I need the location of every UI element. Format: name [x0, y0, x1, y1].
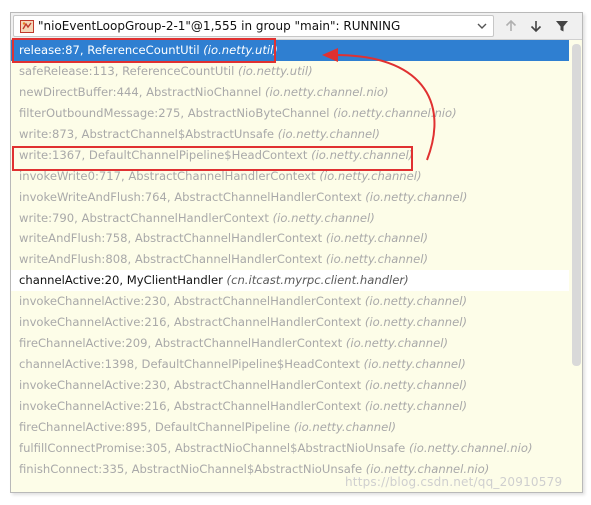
frame-package: (io.netty.channel) — [345, 336, 448, 351]
frame-package: (io.netty.channel) — [364, 378, 468, 392]
frame-package: (io.netty.channel) — [325, 231, 428, 246]
frame-method: invokeWrite0:717, AbstractChannelHandler… — [19, 168, 316, 183]
stack-frame-row[interactable]: invokeWriteAndFlush:764, AbstractChannel… — [11, 187, 569, 208]
stack-frame-row[interactable]: fireChannelActive:895, DefaultChannelPip… — [11, 417, 569, 438]
stack-frame-row[interactable]: invokeChannelActive:216, AbstractChannel… — [11, 312, 569, 333]
scrollbar[interactable] — [569, 40, 582, 492]
frame-method: invokeChannelActive:230, AbstractChannel… — [19, 378, 362, 392]
stack-frame-row[interactable]: write:873, AbstractChannel$AbstractUnsaf… — [11, 124, 569, 145]
frames-toolbar: "nioEventLoopGroup-2-1"@1,555 in group "… — [11, 13, 582, 40]
frame-package: (cn.itcast.myrpc.client.handler) — [226, 273, 409, 288]
frame-package: (io.netty.channel.nio) — [333, 105, 457, 120]
frame-method: fireChannelActive:209, AbstractChannelHa… — [19, 336, 343, 351]
stack-frame-row[interactable]: channelActive:20, MyClientHandler (cn.it… — [11, 270, 569, 292]
stack-frame-row[interactable]: write:790, AbstractChannelHandlerContext… — [11, 208, 569, 229]
frame-method: writeAndFlush:808, AbstractChannelHandle… — [19, 252, 323, 267]
stack-frame-row[interactable]: filterOutboundMessage:275, AbstractNioBy… — [11, 103, 569, 124]
frame-method: fireChannelActive:895, DefaultChannelPip… — [19, 419, 291, 434]
scrollbar-thumb[interactable] — [572, 44, 581, 366]
frame-package: (io.netty.channel.nio) — [408, 440, 533, 455]
frame-package: (io.netty.channel) — [365, 189, 468, 204]
frame-method: invokeWriteAndFlush:764, AbstractChannel… — [19, 189, 362, 204]
thread-icon — [20, 20, 34, 33]
frame-method: fulfillConnectPromise:305, AbstractNioCh… — [19, 440, 406, 455]
stack-frame-row[interactable]: writeAndFlush:808, AbstractChannelHandle… — [11, 249, 569, 270]
frame-method: invokeChannelActive:230, AbstractChannel… — [19, 294, 362, 309]
thread-selector-dropdown[interactable]: "nioEventLoopGroup-2-1"@1,555 in group "… — [13, 15, 494, 37]
stack-frame-row[interactable]: release:87, ReferenceCountUtil (io.netty… — [11, 40, 569, 61]
stack-frame-row[interactable]: fireChannelActive:209, AbstractChannelHa… — [11, 333, 569, 354]
stack-frame-row[interactable]: newDirectBuffer:444, AbstractNioChannel … — [11, 82, 569, 103]
chevron-down-icon — [477, 23, 487, 29]
frame-method: newDirectBuffer:444, AbstractNioChannel — [19, 84, 262, 99]
frame-method: finishConnect:335, AbstractNioChannel$Ab… — [19, 461, 363, 476]
arrow-down-icon[interactable] — [528, 18, 544, 34]
frame-method: write:790, AbstractChannelHandlerContext — [19, 210, 269, 225]
stack-frame-row[interactable]: invokeWrite0:717, AbstractChannelHandler… — [11, 166, 569, 187]
watermark-text: https://blog.csdn.net/qq_20910579 — [345, 475, 563, 489]
arrow-up-icon[interactable] — [503, 18, 519, 34]
frame-package: (io.netty.util) — [203, 43, 278, 57]
frame-package: (io.netty.channel) — [364, 398, 468, 413]
frame-method: channelActive:1398, DefaultChannelPipeli… — [19, 357, 360, 372]
frame-package: (io.netty.channel) — [325, 252, 428, 267]
stack-frame-row[interactable]: fulfillConnectPromise:305, AbstractNioCh… — [11, 438, 569, 459]
frame-package: (io.netty.util) — [238, 63, 313, 78]
frame-method: channelActive:20, MyClientHandler — [19, 273, 223, 288]
frame-package: (io.netty.channel) — [311, 147, 414, 162]
frame-package: (io.netty.channel) — [319, 168, 422, 183]
frame-method: write:873, AbstractChannel$AbstractUnsaf… — [19, 126, 275, 141]
frame-method: write:1367, DefaultChannelPipeline$HeadC… — [19, 147, 308, 162]
frame-package: (io.netty.channel) — [277, 126, 380, 141]
frame-package: (io.netty.channel) — [364, 294, 468, 309]
filter-icon[interactable] — [554, 18, 570, 34]
frame-package: (io.netty.channel) — [272, 210, 375, 225]
frame-method: invokeChannelActive:216, AbstractChannel… — [19, 315, 362, 330]
frame-package: (io.netty.channel.nio) — [265, 84, 389, 99]
stack-frame-row[interactable]: safeRelease:113, ReferenceCountUtil (io.… — [11, 61, 569, 82]
stack-frame-row[interactable]: invokeChannelActive:230, AbstractChannel… — [11, 375, 569, 396]
frame-package: (io.netty.channel) — [364, 315, 468, 330]
frame-method: release:87, ReferenceCountUtil — [19, 43, 200, 57]
thread-selector-label: "nioEventLoopGroup-2-1"@1,555 in group "… — [38, 19, 401, 33]
stack-frame-row[interactable]: channelActive:1398, DefaultChannelPipeli… — [11, 354, 569, 375]
stack-frames-list: release:87, ReferenceCountUtil (io.netty… — [11, 40, 569, 492]
debugger-frames-panel: "nioEventLoopGroup-2-1"@1,555 in group "… — [10, 12, 583, 493]
stack-frame-row[interactable]: invokeChannelActive:216, AbstractChannel… — [11, 396, 569, 417]
stack-frame-row[interactable]: write:1367, DefaultChannelPipeline$HeadC… — [11, 145, 569, 166]
stack-frame-row[interactable]: invokeChannelActive:230, AbstractChannel… — [11, 291, 569, 312]
frame-package: (io.netty.channel) — [293, 419, 396, 434]
frame-package: (io.netty.channel.nio) — [365, 461, 490, 476]
frame-method: safeRelease:113, ReferenceCountUtil — [19, 63, 235, 78]
frame-method: filterOutboundMessage:275, AbstractNioBy… — [19, 105, 330, 120]
frame-package: (io.netty.channel) — [363, 357, 466, 372]
stack-frame-row[interactable]: writeAndFlush:758, AbstractChannelHandle… — [11, 228, 569, 249]
frame-method: writeAndFlush:758, AbstractChannelHandle… — [19, 231, 323, 246]
frame-method: invokeChannelActive:216, AbstractChannel… — [19, 398, 362, 413]
